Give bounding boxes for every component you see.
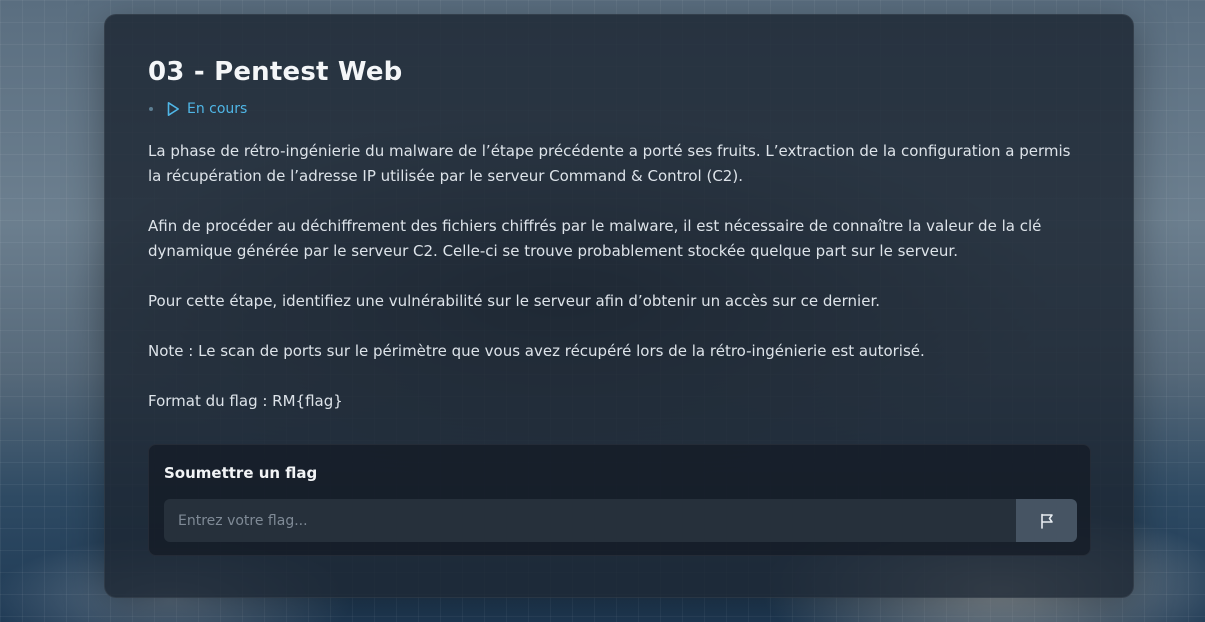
flag-input[interactable] bbox=[164, 499, 1017, 542]
flag-submission-panel: Soumettre un flag bbox=[148, 444, 1091, 556]
description-paragraph: Afin de procéder au déchiffrement des fi… bbox=[148, 217, 1042, 260]
submit-flag-button[interactable] bbox=[1016, 499, 1077, 542]
play-icon bbox=[165, 101, 181, 117]
status-dot bbox=[149, 107, 153, 111]
submission-heading: Soumettre un flag bbox=[164, 464, 318, 482]
description-paragraph: La phase de rétro-ingénierie du malware … bbox=[148, 142, 1071, 185]
flag-icon bbox=[1038, 512, 1056, 530]
description-paragraph: Note : Le scan de ports sur le périmètre… bbox=[148, 342, 925, 360]
challenge-card: 03 - Pentest Web En cours La phase de ré… bbox=[104, 14, 1134, 598]
flag-format-text: Format du flag : RM{flag} bbox=[148, 392, 343, 410]
page-title: 03 - Pentest Web bbox=[148, 57, 403, 87]
status-indicator: En cours bbox=[148, 99, 247, 119]
status-label: En cours bbox=[187, 101, 248, 117]
description-paragraph: Pour cette étape, identifiez une vulnéra… bbox=[148, 292, 880, 310]
challenge-description: La phase de rétro-ingénierie du malware … bbox=[148, 139, 1088, 414]
